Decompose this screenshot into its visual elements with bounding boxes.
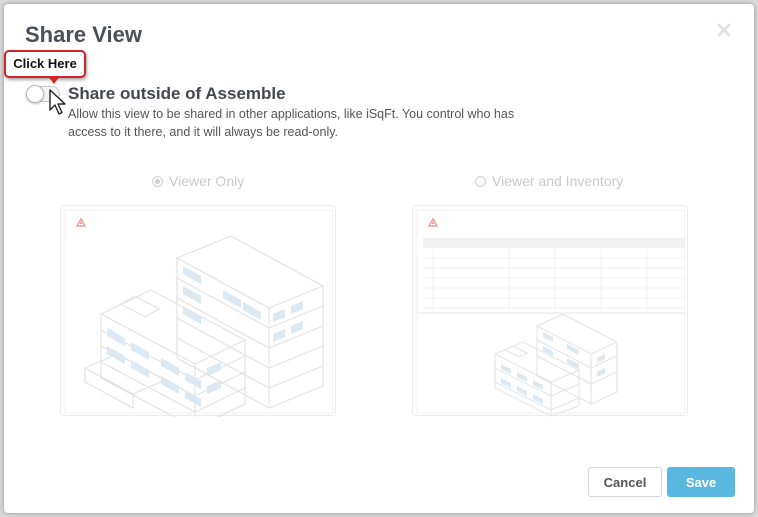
preview-viewer-only	[60, 205, 336, 417]
callout-tail	[48, 76, 60, 84]
option-viewer-only[interactable]: Viewer Only	[152, 173, 244, 189]
assemble-logo-icon	[75, 217, 87, 227]
toggle-knob	[26, 85, 44, 103]
share-view-modal: Share View Share outside of Assemble All…	[4, 4, 754, 513]
cancel-button[interactable]: Cancel	[588, 467, 662, 497]
share-outside-description: Allow this view to be shared in other ap…	[68, 107, 515, 139]
save-button[interactable]: Save	[667, 467, 735, 497]
preview-viewer-and-inventory	[412, 205, 688, 417]
click-here-callout: Click Here	[4, 50, 86, 78]
option-viewer-only-label: Viewer Only	[169, 173, 245, 189]
close-icon[interactable]	[716, 22, 732, 38]
building-illustration	[64, 209, 334, 417]
radio-viewer-only[interactable]	[152, 176, 163, 187]
option-viewer-and-inventory-label: Viewer and Inventory	[492, 173, 624, 189]
inventory-grid	[417, 238, 685, 314]
assemble-logo-icon	[427, 217, 439, 227]
modal-title: Share View	[25, 22, 142, 47]
option-viewer-and-inventory[interactable]: Viewer and Inventory	[475, 173, 623, 189]
building-illustration-with-grid	[416, 209, 686, 417]
radio-viewer-and-inventory[interactable]	[475, 176, 486, 187]
mouse-pointer-icon	[49, 89, 66, 115]
share-outside-title: Share outside of Assemble	[68, 84, 286, 103]
